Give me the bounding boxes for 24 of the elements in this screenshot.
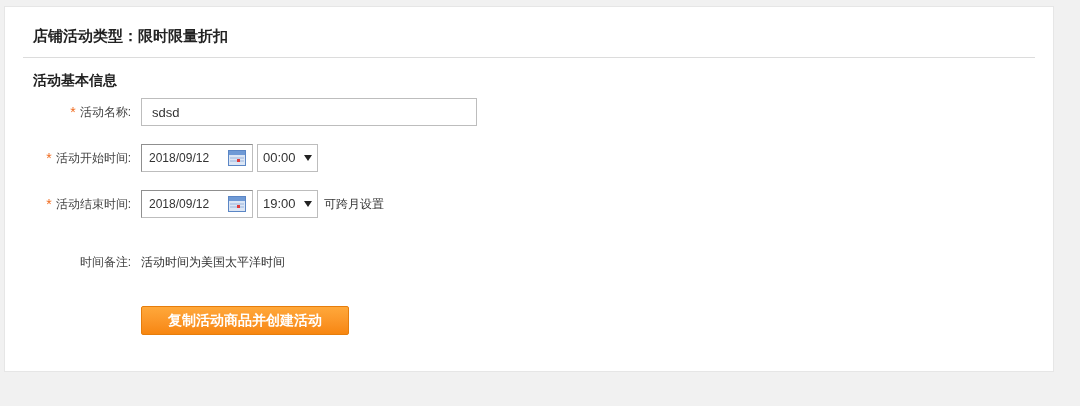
time-select[interactable]: 19:00 [257,190,318,218]
caret-icon [303,155,312,161]
time-select[interactable]: 00:00 [257,144,318,172]
field-label: 时间备注: [79,254,131,271]
date-field[interactable]: 2018/09/12 [141,190,253,218]
date-value: 2018/09/12 [149,150,210,167]
calendar-icon[interactable] [228,196,246,212]
note-text: 活动时间为美国太平洋时间 [141,254,285,271]
calendar-icon[interactable] [228,150,246,166]
required-mark: * [46,194,52,214]
date-field[interactable]: 2018/09/12 [141,144,253,172]
page-title: 店铺活动类型：限时限量折扣 [33,25,228,46]
time-value: 00:00 [263,149,296,168]
time-value: 19:00 [263,195,296,214]
required-mark: * [46,148,52,168]
section-title: 活动基本信息 [33,72,117,88]
field-label: 活动开始时间: [55,150,131,167]
date-value: 2018/09/12 [149,196,210,213]
hint-text: 可跨月设置 [323,196,384,213]
caret-icon [303,201,312,207]
field-label: 活动名称: [79,104,131,121]
name-input-field[interactable]: sdsd [141,98,477,126]
field-label: 活动结束时间: [55,196,131,213]
required-mark: * [70,102,76,122]
